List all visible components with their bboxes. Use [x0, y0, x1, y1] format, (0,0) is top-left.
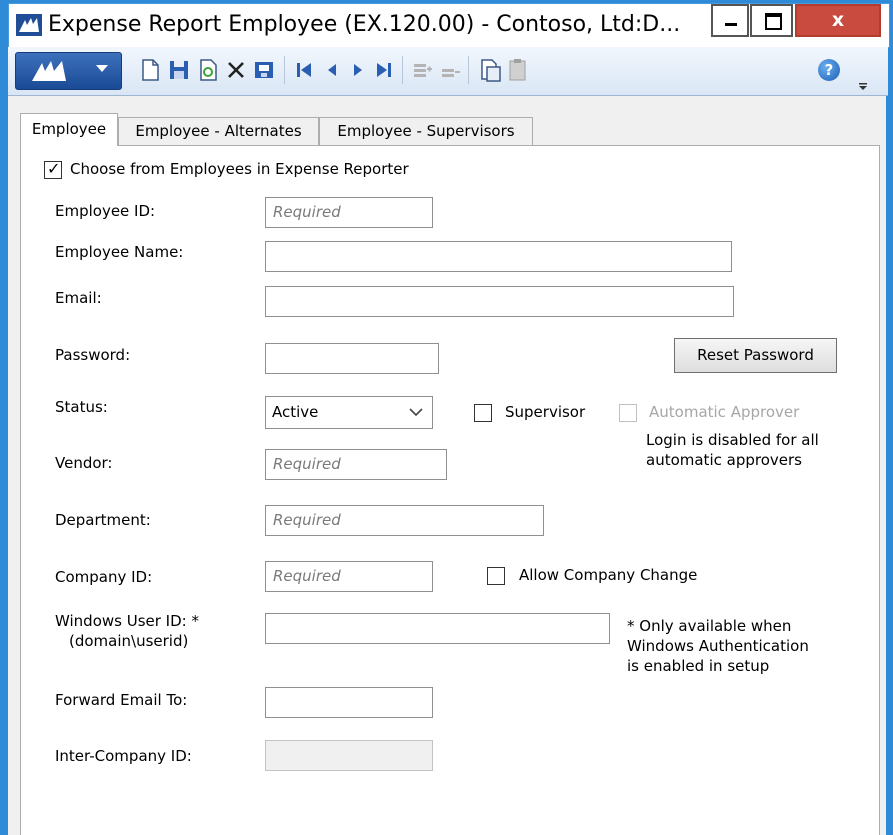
automatic-approver-label: Automatic Approver: [649, 403, 800, 421]
toolbar-overflow-icon[interactable]: [858, 77, 868, 90]
tab-employee-supervisors[interactable]: Employee - Supervisors: [319, 117, 533, 145]
last-record-icon[interactable]: [372, 57, 396, 83]
toolbar-separator: [402, 56, 403, 84]
previous-record-icon[interactable]: [320, 57, 344, 83]
checkmark-icon: ✓: [47, 159, 61, 178]
status-value: Active: [272, 403, 319, 421]
windows-auth-note-line: Windows Authentication: [627, 637, 809, 655]
toolbar: ?: [8, 47, 888, 96]
employee-name-label: Employee Name:: [55, 243, 184, 261]
password-field[interactable]: [265, 343, 439, 374]
tab-employee[interactable]: Employee: [20, 113, 118, 146]
choose-from-employees-checkbox[interactable]: ✓: [44, 159, 62, 179]
windows-user-id-hint: (domain\userid): [69, 632, 189, 650]
maximize-icon: [765, 13, 782, 30]
paste-icon[interactable]: [506, 57, 530, 83]
automatic-approver-checkbox[interactable]: [619, 404, 637, 422]
reset-password-button[interactable]: Reset Password: [674, 338, 837, 373]
form-area: Employee Employee - Alternates Employee …: [8, 96, 886, 835]
new-icon[interactable]: [138, 57, 162, 83]
employee-id-label: Employee ID:: [55, 202, 156, 220]
windows-auth-note-line: is enabled in setup: [627, 657, 770, 675]
title-bar[interactable]: Expense Report Employee (EX.120.00) - Co…: [8, 3, 890, 48]
first-record-icon[interactable]: [292, 57, 316, 83]
allow-company-change-checkbox[interactable]: [487, 567, 505, 585]
allow-company-change-label: Allow Company Change: [519, 566, 698, 584]
minimize-icon: [725, 23, 737, 26]
inter-company-id-label: Inter-Company ID:: [55, 747, 192, 765]
supervisor-checkbox[interactable]: [474, 404, 492, 422]
minimize-button[interactable]: [711, 4, 749, 37]
windows-user-id-field[interactable]: [265, 613, 610, 644]
forward-email-field[interactable]: [265, 687, 433, 718]
app-logo-icon: [16, 14, 42, 36]
save-icon[interactable]: [167, 57, 191, 83]
delete-row-icon[interactable]: [438, 57, 462, 83]
approver-note: Login is disabled for all automatic appr…: [646, 430, 819, 470]
application-window: Expense Report Employee (EX.120.00) - Co…: [0, 0, 893, 835]
close-button[interactable]: x: [795, 4, 881, 37]
next-record-icon[interactable]: [346, 57, 370, 83]
windows-auth-note: * Only available when Windows Authentica…: [627, 616, 809, 676]
choose-from-employees-label: Choose from Employees in Expense Reporte…: [70, 160, 409, 178]
refresh-icon[interactable]: [196, 57, 220, 83]
toolbar-separator: [284, 56, 285, 84]
email-field[interactable]: [265, 286, 734, 317]
chevron-down-icon: [409, 408, 423, 417]
forward-email-label: Forward Email To:: [55, 691, 188, 709]
tab-employee-alternates[interactable]: Employee - Alternates: [118, 117, 319, 145]
status-dropdown[interactable]: Active: [265, 396, 433, 429]
close-icon: x: [831, 9, 845, 31]
password-label: Password:: [55, 346, 131, 364]
employee-id-field[interactable]: Required: [265, 197, 433, 228]
employee-name-field[interactable]: [265, 241, 732, 272]
vendor-label: Vendor:: [55, 454, 113, 472]
inter-company-id-field[interactable]: [265, 740, 433, 771]
help-icon[interactable]: ?: [818, 59, 840, 81]
vendor-field[interactable]: Required: [265, 449, 447, 480]
company-id-field[interactable]: Required: [265, 561, 433, 592]
windows-auth-note-line: * Only available when: [627, 617, 792, 635]
department-field[interactable]: Required: [265, 505, 544, 536]
print-icon[interactable]: [252, 57, 276, 83]
insert-row-icon[interactable]: [410, 57, 434, 83]
chevron-down-icon: [96, 65, 108, 72]
maximize-button[interactable]: [750, 4, 793, 37]
status-label: Status:: [55, 398, 108, 416]
window-title: Expense Report Employee (EX.120.00) - Co…: [48, 12, 681, 37]
copy-icon[interactable]: [478, 57, 502, 83]
company-id-label: Company ID:: [55, 568, 153, 586]
approver-note-line: Login is disabled for all: [646, 431, 819, 449]
windows-user-id-label-line: Windows User ID: *: [55, 612, 199, 630]
dynamics-logo-icon: [32, 61, 66, 81]
toolbar-separator: [468, 56, 469, 84]
delete-icon[interactable]: [224, 57, 248, 83]
supervisor-label: Supervisor: [505, 403, 586, 421]
department-label: Department:: [55, 511, 151, 529]
windows-user-id-label: Windows User ID: * (domain\userid): [55, 611, 199, 651]
approver-note-line: automatic approvers: [646, 451, 802, 469]
email-label: Email:: [55, 289, 102, 307]
app-menu-button[interactable]: [15, 52, 122, 90]
employee-tab-panel: ✓ Choose from Employees in Expense Repor…: [20, 145, 880, 835]
